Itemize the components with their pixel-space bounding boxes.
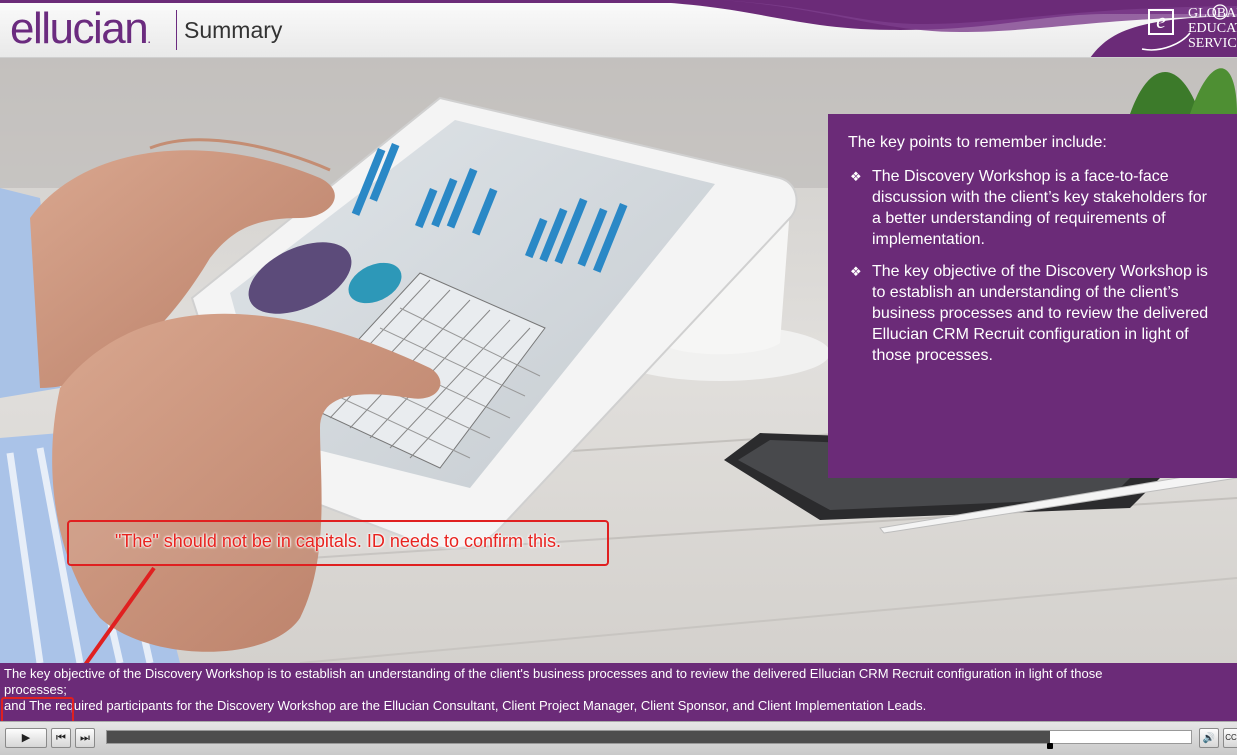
ges-line-1: GLOBAL [1188, 6, 1237, 21]
diamond-bullet-icon: ❖ [850, 264, 862, 279]
header-divider [176, 10, 177, 50]
ges-line-3: SERVICES [1188, 36, 1237, 51]
key-points-intro: The key points to remember include: [848, 134, 1107, 151]
page-title: Summary [184, 17, 283, 43]
logo-text: ellucian [10, 4, 149, 53]
slide-header: ellucian. Summary e GLOBAL EDUCATION SER… [0, 0, 1237, 58]
rewind-icon: ⏮ [56, 732, 66, 744]
next-icon: ⏭ [80, 732, 90, 744]
key-point-text: The key objective of the Discovery Works… [872, 263, 1209, 364]
progress-handle[interactable] [1047, 743, 1053, 749]
rewind-button[interactable]: ⏮ [51, 728, 71, 748]
key-point-text: The Discovery Workshop is a face-to-face… [872, 168, 1207, 248]
next-button[interactable]: ⏭ [75, 728, 95, 748]
volume-icon: 🔊 [1202, 733, 1216, 744]
caption-line-2: and The required participants for the Di… [4, 698, 927, 713]
closed-captions-button[interactable]: CC [1223, 728, 1237, 748]
logo-mark: . [147, 30, 151, 46]
progress-bar[interactable] [106, 730, 1192, 749]
progress-fill [107, 731, 1050, 743]
ges-line-2: EDUCATION [1188, 21, 1237, 36]
slide-stage: The key points to remember include: ❖ Th… [0, 58, 1237, 663]
volume-button[interactable]: 🔊 [1199, 728, 1219, 748]
review-callout: "The" should not be in capitals. ID need… [67, 520, 609, 566]
cc-label: CC [1225, 733, 1237, 742]
caption-bar: The key objective of the Discovery Works… [0, 663, 1237, 721]
ellucian-logo: ellucian. [10, 4, 151, 57]
play-button[interactable]: ▶ [5, 728, 47, 748]
key-point-item: ❖ The Discovery Workshop is a face-to-fa… [848, 166, 1215, 250]
key-point-item: ❖ The key objective of the Discovery Wor… [848, 261, 1215, 366]
key-points-panel: The key points to remember include: ❖ Th… [828, 114, 1237, 478]
player-controls: ▶ ⏮ ⏭ 🔊 CC [0, 721, 1237, 755]
ges-e-mark: e [1148, 9, 1174, 35]
global-education-services-logo: e GLOBAL EDUCATION SERVICES [1138, 3, 1237, 57]
diamond-bullet-icon: ❖ [850, 169, 862, 184]
caption-line-1: The key objective of the Discovery Works… [4, 666, 1103, 697]
play-icon: ▶ [21, 732, 31, 744]
